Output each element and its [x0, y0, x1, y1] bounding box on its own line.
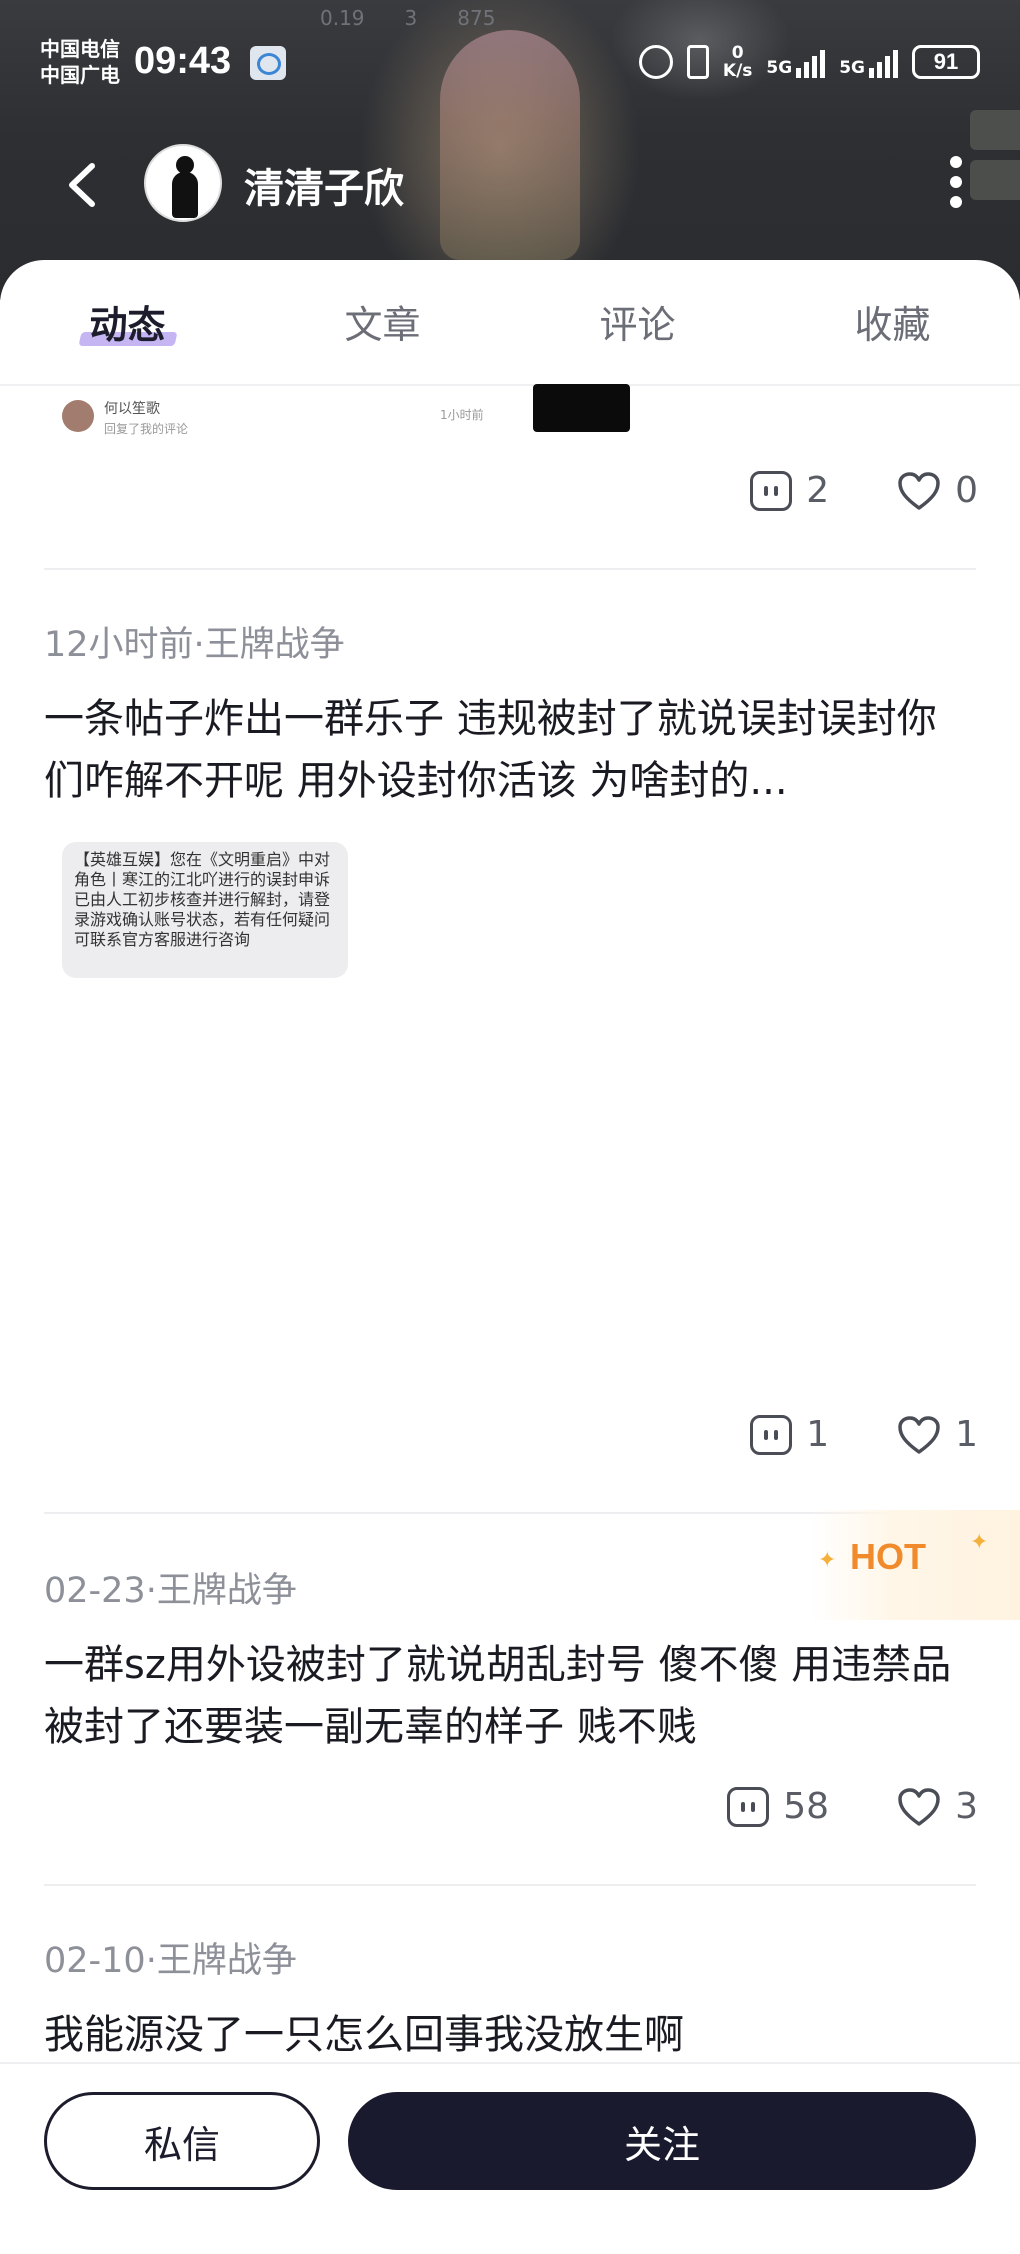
post-actions: 58 3 — [727, 1786, 978, 1827]
heart-icon[interactable] — [897, 471, 941, 511]
net-speed-unit: K/s — [722, 61, 753, 81]
post-meta: 02-10·王牌战争 — [44, 1941, 297, 1981]
heart-icon[interactable] — [897, 1415, 941, 1455]
tab-comments[interactable]: 评论 — [510, 260, 765, 384]
post-image-thumbnail[interactable] — [533, 384, 630, 432]
header-side-tag — [970, 160, 1020, 200]
sparkle-icon: ✦ — [970, 1530, 989, 1555]
hot-badge: ✦ HOT ✦ — [810, 1510, 1020, 1620]
signal-1: 5G — [766, 46, 826, 78]
notification-subtitle: 回复了我的评论 — [104, 422, 189, 436]
like-count: 3 — [955, 1786, 978, 1827]
follow-label: 关注 — [623, 2122, 700, 2167]
comment-count: 1 — [806, 1414, 830, 1455]
post-actions: 2 0 — [750, 470, 978, 511]
alarm-icon — [638, 45, 673, 79]
status-bar: 中国电信 中国广电 09:43 0 K/s 5G 5G 91 — [0, 0, 1020, 130]
post-divider — [44, 568, 976, 570]
chat-bubble-icon — [250, 46, 286, 80]
carrier-info: 中国电信 中国广电 — [40, 36, 120, 88]
tab-label: 动态 — [89, 303, 166, 347]
hot-badge-label: HOT — [850, 1536, 926, 1577]
tab-favorites[interactable]: 收藏 — [765, 260, 1020, 384]
comment-icon[interactable] — [750, 470, 793, 511]
tab-label: 收藏 — [854, 303, 931, 347]
battery-level: 91 — [912, 45, 980, 79]
carrier-1: 中国电信 — [40, 37, 120, 61]
post-image-sms[interactable]: 【英雄互娱】您在《文明重启》中对角色丨寒江的江北吖进行的误封申诉已由人工初步核查… — [62, 842, 348, 978]
vibrate-icon — [686, 45, 709, 79]
comment-icon[interactable] — [727, 1786, 770, 1827]
signal-1-label: 5G — [766, 58, 793, 78]
comment-icon[interactable] — [750, 1414, 793, 1455]
tab-label: 评论 — [599, 303, 676, 347]
profile-name: 清清子欣 — [244, 166, 404, 212]
sparkle-icon: ✦ — [818, 1548, 837, 1573]
signal-2: 5G — [839, 46, 898, 78]
carrier-2: 中国广电 — [40, 63, 120, 87]
post-divider — [44, 1884, 976, 1886]
post-actions: 1 1 — [750, 1414, 978, 1455]
post-meta: 12小时前·王牌战争 — [44, 625, 345, 665]
post-text[interactable]: 我能源没了一只怎么回事我没放生啊 — [44, 2004, 976, 2066]
avatar — [62, 400, 94, 432]
like-count: 1 — [955, 1414, 978, 1455]
back-arrow-icon[interactable] — [62, 160, 102, 210]
notification-name: 何以笙歌 — [104, 401, 160, 417]
signal-bars-icon — [796, 46, 826, 78]
tab-label: 文章 — [344, 303, 421, 347]
more-vertical-icon[interactable] — [950, 156, 964, 208]
post-text[interactable]: 一条帖子炸出一群乐子 违规被封了就说误封误封你们咋解不开呢 用外设封你活该 为啥… — [44, 688, 976, 812]
clock: 09:43 — [134, 40, 232, 82]
heart-icon[interactable] — [897, 1787, 941, 1827]
tabs-divider — [0, 384, 1020, 386]
comment-count: 2 — [806, 470, 830, 511]
signal-bars-icon — [869, 46, 898, 78]
signal-2-label: 5G — [839, 58, 865, 78]
tab-bar: 动态 文章 评论 收藏 — [0, 260, 1020, 384]
tab-articles[interactable]: 文章 — [255, 260, 510, 384]
notification-time: 1小时前 — [440, 408, 484, 422]
like-count: 0 — [955, 470, 978, 511]
post-meta: 02-23·王牌战争 — [44, 1571, 297, 1611]
follow-button[interactable]: 关注 — [348, 2092, 976, 2190]
post-text[interactable]: 一群sz用外设被封了就说胡乱封号 傻不傻 用违禁品被封了还要装一副无辜的样子 贱… — [44, 1634, 976, 1758]
sms-text: 【英雄互娱】您在《文明重启》中对角色丨寒江的江北吖进行的误封申诉已由人工初步核查… — [74, 850, 331, 949]
tab-dynamics[interactable]: 动态 — [0, 260, 255, 384]
net-speed: 0 K/s — [723, 44, 753, 80]
avatar[interactable] — [144, 144, 222, 222]
comment-count: 58 — [783, 1786, 830, 1827]
private-message-button[interactable]: 私信 — [44, 2092, 320, 2190]
net-speed-value: 0 — [731, 43, 744, 63]
private-message-label: 私信 — [143, 2122, 220, 2167]
status-icons: 0 K/s 5G 5G 91 — [638, 44, 980, 80]
